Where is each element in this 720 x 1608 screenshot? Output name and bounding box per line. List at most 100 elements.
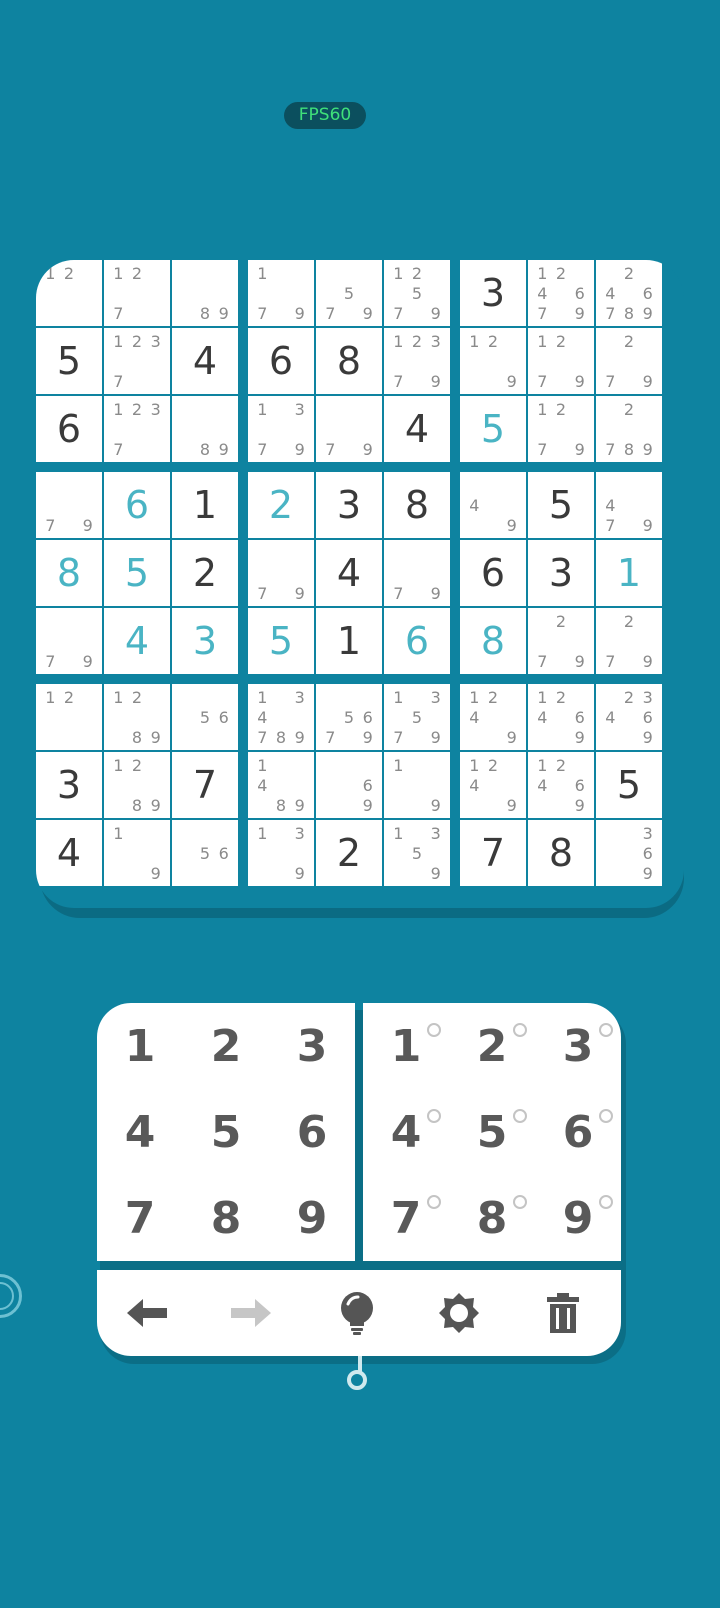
sudoku-cell[interactable]: 79 — [384, 540, 450, 606]
sudoku-cell[interactable]: 27 9 — [528, 608, 594, 674]
note-key-6[interactable]: 6 — [535, 1089, 621, 1175]
note-key-9[interactable]: 9 — [535, 1175, 621, 1261]
sudoku-cell[interactable]: 1 — [172, 472, 238, 538]
sudoku-cell[interactable]: 79 — [316, 396, 382, 462]
digit-key-7[interactable]: 7 — [97, 1175, 183, 1261]
sudoku-cell[interactable]: 129 — [460, 328, 526, 394]
sudoku-cell[interactable]: 27 9 — [596, 608, 662, 674]
sudoku-cell[interactable]: 1489 — [248, 752, 314, 818]
sudoku-cell[interactable]: 6 — [104, 472, 170, 538]
sudoku-cell[interactable]: 6 — [248, 328, 314, 394]
sudoku-cell[interactable]: 5 — [248, 608, 314, 674]
sudoku-cell[interactable]: 56 — [172, 820, 238, 886]
note-key-7[interactable]: 7 — [363, 1175, 449, 1261]
sudoku-cell[interactable]: 3 — [316, 472, 382, 538]
sudoku-cell[interactable]: 369 — [596, 820, 662, 886]
sudoku-cell[interactable]: 127 9 — [528, 328, 594, 394]
sudoku-cell[interactable]: 4 — [316, 540, 382, 606]
note-key-5[interactable]: 5 — [449, 1089, 535, 1175]
sudoku-cell[interactable]: 1 — [596, 540, 662, 606]
sudoku-cell[interactable]: 1 357 9 — [384, 684, 450, 750]
digit-key-8[interactable]: 8 — [183, 1175, 269, 1261]
digit-key-1[interactable]: 1 — [97, 1003, 183, 1089]
sudoku-cell[interactable]: 56 — [172, 684, 238, 750]
sudoku-cell[interactable]: 5 — [460, 396, 526, 462]
sudoku-cell[interactable]: 123 7 9 — [384, 328, 450, 394]
sudoku-cell[interactable]: 49 — [460, 472, 526, 538]
sudoku-cell[interactable]: 2 — [316, 820, 382, 886]
sudoku-cell[interactable]: 8 — [316, 328, 382, 394]
sudoku-cell[interactable]: 3 — [172, 608, 238, 674]
sudoku-cell[interactable]: 12 89 — [104, 752, 170, 818]
digit-key-9[interactable]: 9 — [269, 1175, 355, 1261]
sudoku-cell[interactable]: 1 3 4789 — [248, 684, 314, 750]
sudoku-cell[interactable]: 23 4 69 — [596, 684, 662, 750]
slider-handle[interactable] — [347, 1370, 367, 1390]
sudoku-cell[interactable]: 2 — [172, 540, 238, 606]
digit-key-4[interactable]: 4 — [97, 1089, 183, 1175]
sudoku-cell[interactable]: 127 9 — [528, 396, 594, 462]
sudoku-cell[interactable]: 89 — [172, 396, 238, 462]
sudoku-cell[interactable]: 2 — [248, 472, 314, 538]
sudoku-cell[interactable]: 8 — [384, 472, 450, 538]
sudoku-cell[interactable]: 6 — [460, 540, 526, 606]
digit-key-6[interactable]: 6 — [269, 1089, 355, 1175]
sudoku-cell[interactable]: 127 — [104, 260, 170, 326]
sudoku-cell[interactable]: 1 — [316, 608, 382, 674]
digit-key-3[interactable]: 3 — [269, 1003, 355, 1089]
sudoku-cell[interactable]: 27 9 — [596, 328, 662, 394]
sudoku-cell[interactable]: 124 9 — [460, 752, 526, 818]
sudoku-cell[interactable]: 124 69 — [528, 684, 594, 750]
sudoku-cell[interactable]: 1 3 7 9 — [248, 396, 314, 462]
sudoku-cell[interactable]: 124 6 7 9 — [528, 260, 594, 326]
sudoku-cell[interactable]: 89 — [172, 260, 238, 326]
settings-button[interactable] — [431, 1287, 487, 1339]
sudoku-cell[interactable]: 12 — [36, 684, 102, 750]
sudoku-cell[interactable]: 4 — [104, 608, 170, 674]
sudoku-cell[interactable]: 124 9 — [460, 684, 526, 750]
sudoku-cell[interactable]: 7 — [460, 820, 526, 886]
sudoku-cell[interactable]: 57 9 — [316, 260, 382, 326]
digit-key-2[interactable]: 2 — [183, 1003, 269, 1089]
sudoku-cell[interactable]: 124 69 — [528, 752, 594, 818]
sudoku-cell[interactable]: 5 — [104, 540, 170, 606]
note-key-3[interactable]: 3 — [535, 1003, 621, 1089]
sudoku-cell[interactable]: 1 359 — [384, 820, 450, 886]
note-key-1[interactable]: 1 — [363, 1003, 449, 1089]
hint-button[interactable] — [329, 1287, 385, 1339]
redo-button[interactable] — [223, 1287, 279, 1339]
sudoku-cell[interactable]: 1257 9 — [384, 260, 450, 326]
sudoku-cell[interactable]: 79 — [36, 608, 102, 674]
sudoku-cell[interactable]: 3 — [528, 540, 594, 606]
sudoku-cell[interactable]: 12 89 — [104, 684, 170, 750]
sudoku-cell[interactable]: 7 — [172, 752, 238, 818]
note-key-2[interactable]: 2 — [449, 1003, 535, 1089]
sudoku-cell[interactable]: 47 9 — [596, 472, 662, 538]
sudoku-cell[interactable]: 6 — [36, 396, 102, 462]
sudoku-cell[interactable]: 4 — [172, 328, 238, 394]
sudoku-cell[interactable]: 8 — [460, 608, 526, 674]
sudoku-cell[interactable]: 6 — [384, 608, 450, 674]
sudoku-cell[interactable]: 5 — [596, 752, 662, 818]
sudoku-cell[interactable]: 69 — [316, 752, 382, 818]
sudoku-cell[interactable]: 12 — [36, 260, 102, 326]
note-key-8[interactable]: 8 — [449, 1175, 535, 1261]
note-key-4[interactable]: 4 — [363, 1089, 449, 1175]
sudoku-cell[interactable]: 8 — [36, 540, 102, 606]
sudoku-cell[interactable]: 4 — [384, 396, 450, 462]
sudoku-cell[interactable]: 79 — [36, 472, 102, 538]
sudoku-cell[interactable]: 5 — [528, 472, 594, 538]
sudoku-cell[interactable]: 79 — [248, 540, 314, 606]
sudoku-cell[interactable]: 3 — [36, 752, 102, 818]
sudoku-cell[interactable]: 5 — [36, 328, 102, 394]
sudoku-cell[interactable]: 4 — [36, 820, 102, 886]
sudoku-cell[interactable]: 24 6 789 — [596, 260, 662, 326]
digit-key-5[interactable]: 5 — [183, 1089, 269, 1175]
sudoku-cell[interactable]: 123 7 — [104, 396, 170, 462]
sudoku-cell[interactable]: 8 — [528, 820, 594, 886]
sudoku-cell[interactable]: 3 — [460, 260, 526, 326]
sudoku-cell[interactable]: 2789 — [596, 396, 662, 462]
sudoku-cell[interactable]: 1 3 9 — [248, 820, 314, 886]
sudoku-cell[interactable]: 56 7 9 — [316, 684, 382, 750]
clear-button[interactable] — [535, 1287, 591, 1339]
